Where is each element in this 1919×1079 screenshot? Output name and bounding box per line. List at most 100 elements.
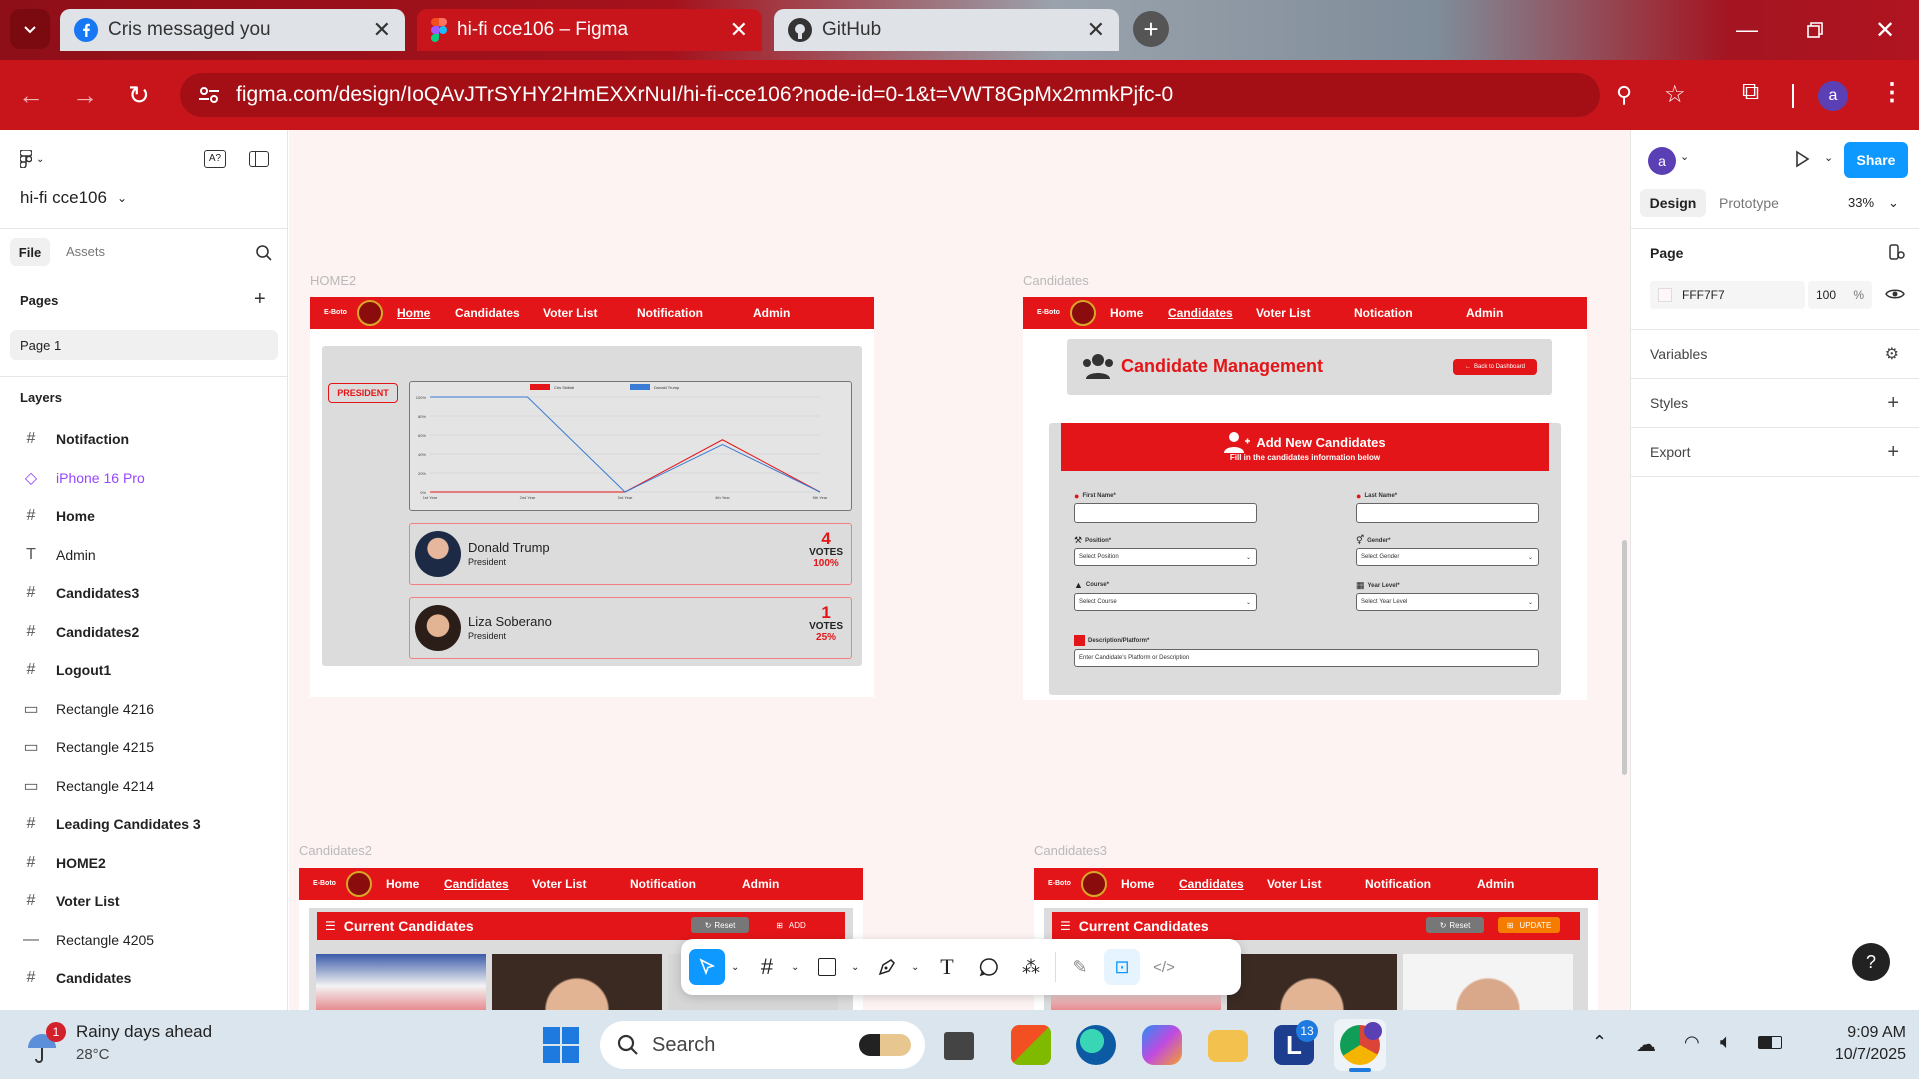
canvas-scrollbar[interactable] [1622,540,1627,775]
last-name-input[interactable] [1356,503,1539,523]
copilot-icon[interactable] [1142,1025,1182,1065]
rectangle-tool[interactable] [809,949,845,985]
layer-item[interactable]: # Candidates [0,959,288,997]
layer-item[interactable]: # Candidates3 [0,574,288,612]
toggle-sidebar-icon[interactable] [249,151,269,167]
close-icon[interactable]: ✕ [373,19,391,41]
eye-icon[interactable] [1885,287,1905,301]
wifi-icon[interactable]: ◠ [1684,1032,1700,1053]
zoom-dropdown[interactable]: 33% ⌄ [1848,195,1899,211]
bookmark-star-icon[interactable]: ☆ [1664,80,1686,109]
description-input[interactable]: Enter Candidate's Platform or Descriptio… [1074,649,1539,667]
tab-search-button[interactable] [10,9,50,49]
dev-mode-button[interactable]: </> [1146,949,1182,985]
edge-browser-icon[interactable] [1076,1025,1116,1065]
ai-actions-icon[interactable]: A? [204,150,226,168]
layer-item[interactable]: ▭ Rectangle 4216 [0,690,288,728]
nav-candidates[interactable]: Candidates [1179,877,1244,891]
add-export-icon[interactable]: + [1887,441,1899,464]
close-icon[interactable]: ✕ [730,19,748,41]
reset-button[interactable]: ↻ Reset [691,917,749,933]
nav-home[interactable]: Home [1110,306,1143,320]
tab-design[interactable]: Design [1640,189,1706,217]
layer-item[interactable]: # HOME2 [0,844,288,882]
task-view-icon[interactable] [944,1032,974,1060]
nav-admin[interactable]: Admin [742,877,779,891]
layer-item[interactable]: # Notifaction [0,420,288,458]
share-button[interactable]: Share [1844,142,1908,178]
variables-section[interactable]: Variables ⚙ [1630,330,1919,379]
help-button[interactable]: ? [1852,943,1890,981]
start-button[interactable] [543,1027,579,1063]
candidate-photo-card[interactable] [316,954,486,1010]
chevron-down-icon[interactable]: ⌄ [791,962,803,973]
frame-label-candidates2[interactable]: Candidates2 [299,843,372,858]
weather-widget[interactable]: 1 Rainy days ahead 28°C [26,1022,256,1066]
window-close-button[interactable]: ✕ [1851,0,1919,60]
layer-item[interactable]: # Logout1 [0,651,288,689]
chevron-down-icon[interactable]: ⌄ [851,962,863,973]
chevron-down-icon[interactable]: ⌄ [911,962,923,973]
frame-label-home2[interactable]: HOME2 [310,273,356,288]
figma-canvas[interactable]: HOME2 E-Boto Home Candidates Voter List … [289,130,1630,1010]
comment-tool[interactable] [971,949,1007,985]
forward-button[interactable]: → [72,80,102,110]
show-hidden-icons[interactable]: ⌃ [1592,1032,1607,1053]
candidate-result-card[interactable]: Liza Soberano President 1 VOTES 25% [409,597,852,659]
frame-tool[interactable]: # [749,949,785,985]
design-mode-button[interactable]: ⊡ [1104,949,1140,985]
nav-candidates[interactable]: Candidates [444,877,509,891]
layer-item[interactable]: T Admin [0,536,288,574]
reset-button[interactable]: ↻ Reset [1426,917,1484,933]
styles-section[interactable]: Styles + [1630,379,1919,428]
tab-github[interactable]: GitHub ✕ [774,9,1119,51]
frame-label-candidates[interactable]: Candidates [1023,273,1089,288]
chevron-down-icon[interactable]: ⌄ [731,962,743,973]
frame-candidates[interactable]: E-Boto Home Candidates Voter List Notica… [1023,297,1587,700]
nav-voter-list[interactable]: Voter List [1267,877,1321,891]
window-restore-button[interactable] [1781,0,1849,60]
back-button[interactable]: ← [18,80,48,110]
year-level-select[interactable]: Select Year Level ⌄ [1356,593,1539,611]
first-name-input[interactable] [1074,503,1257,523]
nav-admin[interactable]: Admin [1466,306,1503,320]
tab-figma[interactable]: hi-fi cce106 – Figma ✕ [417,9,762,51]
address-bar[interactable]: figma.com/design/IoQAvJTrSYHY2HmEXXrNuI/… [180,73,1600,117]
color-swatch[interactable] [1658,288,1672,302]
tab-prototype[interactable]: Prototype [1719,195,1779,211]
chevron-down-icon[interactable]: ⌄ [1680,150,1689,163]
taskbar-search[interactable]: Search [600,1021,925,1069]
frame-home2[interactable]: E-Boto Home Candidates Voter List Notifi… [310,297,874,697]
nav-notification[interactable]: Notification [630,877,696,891]
nav-notification[interactable]: Notification [1365,877,1431,891]
page-styles-icon[interactable] [1888,243,1906,261]
nav-voter-list[interactable]: Voter List [532,877,586,891]
nav-home[interactable]: Home [1121,877,1154,891]
file-explorer-icon[interactable] [1208,1030,1248,1062]
nav-voter-list[interactable]: Voter List [1256,306,1310,320]
user-avatar[interactable]: a [1648,147,1676,175]
clock[interactable]: 9:09 AM 10/7/2025 [1806,1022,1906,1066]
frame-label-candidates3[interactable]: Candidates3 [1034,843,1107,858]
page-opacity-field[interactable]: 100 % [1808,281,1872,309]
layer-item[interactable]: ▭ Rectangle 4215 [0,728,288,766]
nav-home[interactable]: Home [386,877,419,891]
reload-button[interactable]: ↻ [128,80,158,110]
page-color-field[interactable]: FFF7F7 [1650,281,1805,309]
update-button[interactable]: ⊞ UPDATE [1498,917,1560,933]
page-item-page-1[interactable]: Page 1 [10,330,278,360]
layer-item[interactable]: # Candidates2 [0,613,288,651]
candidate-result-card[interactable]: Donald Trump President 4 VOTES 100% [409,523,852,585]
tab-facebook[interactable]: Cris messaged you ✕ [60,9,405,51]
present-play-icon[interactable] [1793,150,1811,168]
candidate-photo-card[interactable] [1227,954,1397,1010]
text-tool[interactable]: T [929,949,965,985]
layer-item[interactable]: # Leading Candidates 3 [0,805,288,843]
profile-avatar[interactable]: a [1818,81,1848,111]
draw-mode-button[interactable]: ✎ [1062,949,1098,985]
actions-tool[interactable]: ⁂ [1013,949,1049,985]
nav-admin[interactable]: Admin [1477,877,1514,891]
nav-voter-list[interactable]: Voter List [543,306,597,320]
zoom-icon[interactable]: ⚲ [1616,82,1632,108]
file-name[interactable]: hi-fi cce106 ⌄ [20,188,127,208]
